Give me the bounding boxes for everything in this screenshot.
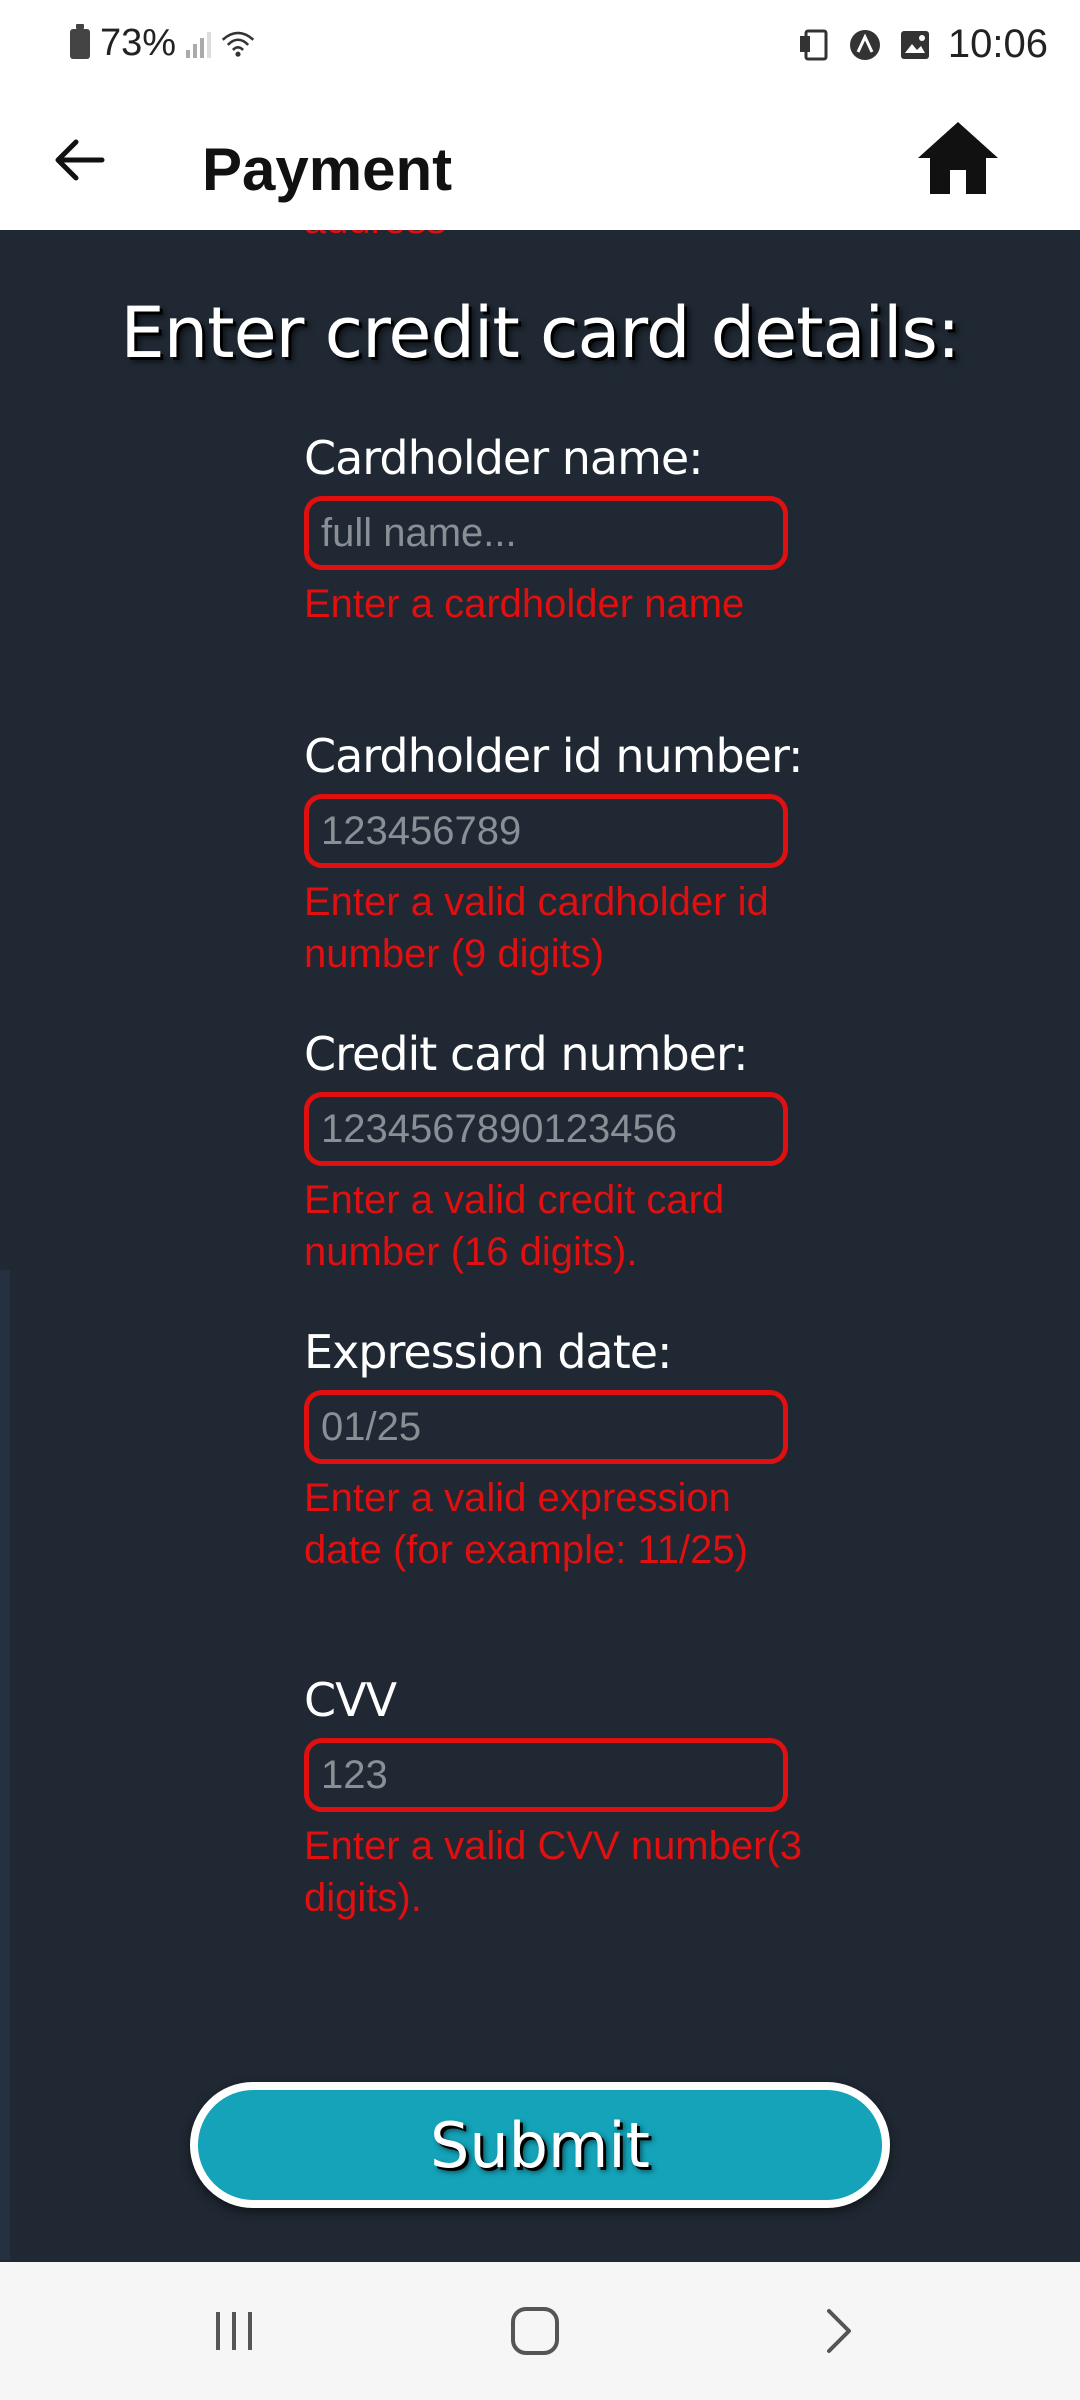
- field-label: CVV: [304, 1673, 397, 1727]
- submit-button[interactable]: Submit: [190, 2082, 890, 2208]
- field-cvv: CVV Enter a valid CVV number(3 digits).: [304, 1668, 864, 1924]
- image-notification-icon: [898, 28, 932, 62]
- app-notification-icon: [848, 28, 882, 62]
- payment-form: address Enter credit card details: Cardh…: [0, 230, 1080, 2262]
- status-bar: 73% 10:06: [0, 0, 1080, 92]
- status-left: 73%: [70, 22, 255, 65]
- field-cardholder-name: Cardholder name: Enter a cardholder name: [304, 426, 864, 630]
- wifi-icon: [221, 27, 255, 61]
- page-title: Payment: [202, 136, 453, 203]
- home-icon[interactable]: [914, 114, 1002, 202]
- cast-icon: [798, 28, 832, 62]
- field-label: Credit card number:: [304, 1027, 749, 1081]
- cardholder-name-input[interactable]: [304, 496, 788, 570]
- clipped-error-text: address: [304, 230, 446, 243]
- field-error: Enter a cardholder name: [304, 582, 745, 626]
- battery-percentage: 73%: [100, 22, 177, 64]
- field-error: Enter a valid credit card number (16 dig…: [304, 1178, 725, 1274]
- field-expression-date: Expression date: Enter a valid expressio…: [304, 1320, 864, 1576]
- form-heading: Enter credit card details:: [120, 292, 961, 374]
- field-error: Enter a valid expression date (for examp…: [304, 1476, 748, 1572]
- status-right: 10:06: [798, 22, 1048, 67]
- battery-icon: [70, 23, 90, 59]
- field-label: Cardholder name:: [304, 431, 704, 485]
- clock: 10:06: [947, 22, 1048, 66]
- cardholder-id-input[interactable]: [304, 794, 788, 868]
- field-credit-card-number: Credit card number: Enter a valid credit…: [304, 1022, 864, 1278]
- cvv-input[interactable]: [304, 1738, 788, 1812]
- field-error: Enter a valid cardholder id number (9 di…: [304, 880, 769, 976]
- expression-date-input[interactable]: [304, 1390, 788, 1464]
- back-arrow-icon[interactable]: [50, 130, 110, 190]
- field-label: Cardholder id number:: [304, 729, 804, 783]
- credit-card-number-input[interactable]: [304, 1092, 788, 1166]
- recent-apps-icon[interactable]: [200, 2298, 270, 2364]
- back-nav-icon[interactable]: [804, 2298, 874, 2364]
- home-nav-icon[interactable]: [500, 2298, 570, 2364]
- system-nav-bar: [0, 2262, 1080, 2400]
- field-cardholder-id: Cardholder id number: Enter a valid card…: [304, 724, 864, 980]
- field-label: Expression date:: [304, 1325, 673, 1379]
- field-error: Enter a valid CVV number(3 digits).: [304, 1824, 803, 1920]
- signal-icon: [186, 30, 212, 58]
- app-bar: Payment: [0, 92, 1080, 230]
